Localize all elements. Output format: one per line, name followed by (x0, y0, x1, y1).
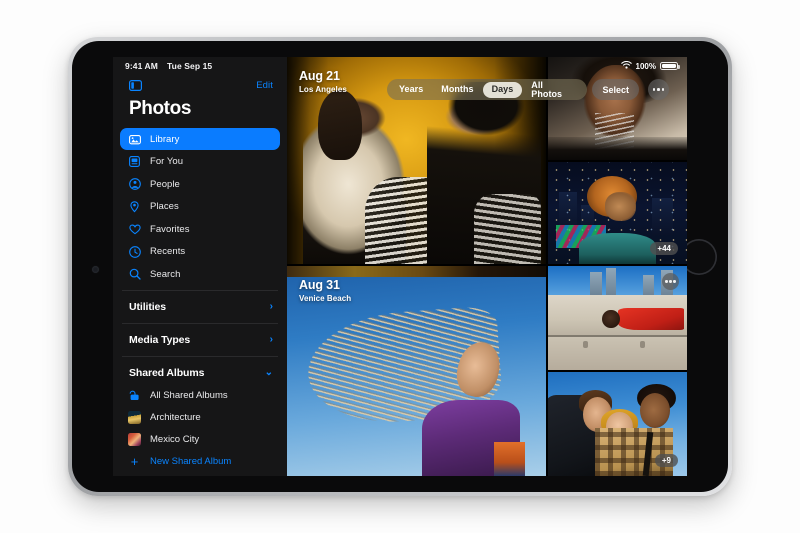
sidebar-section-utilities[interactable]: Utilities › (113, 296, 287, 318)
segment-days[interactable]: Days (482, 81, 523, 98)
photos-app: Edit Photos Library For You People Place… (113, 57, 687, 476)
sidebar-section-media-types[interactable]: Media Types › (113, 329, 287, 351)
more-ellipsis-icon[interactable] (662, 273, 679, 290)
album-item-all-shared[interactable]: All Shared Albums (113, 384, 287, 406)
sidebar-item-label: Places (150, 201, 179, 212)
ipad-screen: Edit Photos Library For You People Place… (113, 57, 687, 476)
chevron-down-icon[interactable]: ⌄ (265, 368, 273, 378)
section-label: Media Types (129, 334, 191, 346)
new-shared-album-button[interactable]: + New Shared Album (113, 450, 287, 472)
day-date: Aug 31 (299, 278, 340, 292)
segment-all-photos[interactable]: All Photos (522, 77, 584, 102)
hidden-count-badge[interactable]: +9 (654, 454, 678, 467)
album-label: All Shared Albums (150, 389, 228, 401)
album-label: Architecture (150, 411, 201, 423)
photos-library-icon (128, 133, 141, 146)
album-item-architecture[interactable]: Architecture (113, 406, 287, 428)
sidebar-item-for-you[interactable]: For You (120, 151, 280, 173)
scene-background: Edit Photos Library For You People Place… (0, 0, 800, 533)
photo-column: +9 (548, 266, 687, 476)
people-icon (128, 178, 141, 191)
more-ellipsis-icon[interactable] (648, 79, 669, 100)
day-group-aug-31: Aug 31 Venice Beach +9 (287, 266, 687, 476)
photo-cell-large[interactable]: Aug 31 Venice Beach (287, 266, 546, 476)
sidebar-item-label: Library (150, 133, 180, 145)
hidden-count-badge[interactable]: +44 (650, 242, 678, 255)
sidebar: Edit Photos Library For You People Place… (113, 57, 287, 476)
segment-years[interactable]: Years (390, 82, 432, 98)
album-item-mexico-city[interactable]: Mexico City (113, 428, 287, 450)
heart-icon (128, 223, 141, 236)
photo-cell-portrait[interactable] (548, 57, 687, 160)
shared-album-icon (128, 389, 141, 402)
album-label: Mexico City (150, 433, 200, 445)
clock-icon (128, 245, 141, 258)
day-date: Aug 21 (299, 69, 340, 83)
section-label: Shared Albums (129, 367, 205, 379)
day-place: Los Angeles (299, 85, 347, 95)
device-bezel: Edit Photos Library For You People Place… (72, 41, 728, 492)
divider (122, 356, 278, 357)
segment-months[interactable]: Months (432, 82, 482, 98)
day-date-overlay: Aug 31 Venice Beach (299, 278, 351, 303)
sidebar-toggle-icon[interactable] (129, 80, 142, 91)
chevron-right-icon[interactable]: › (270, 335, 273, 345)
ipad-device-frame: Edit Photos Library For You People Place… (68, 37, 732, 496)
section-label: Utilities (129, 301, 167, 313)
edit-button[interactable]: Edit (256, 80, 273, 91)
sidebar-item-label: For You (150, 156, 184, 167)
front-camera-icon (92, 266, 99, 273)
sidebar-item-label: Search (150, 268, 181, 280)
for-you-icon (128, 155, 141, 168)
album-thumbnail (128, 432, 141, 446)
sidebar-item-library[interactable]: Library (120, 128, 280, 150)
places-pin-icon (128, 200, 141, 213)
search-icon (128, 268, 141, 281)
sidebar-item-favorites[interactable]: Favorites (120, 218, 280, 240)
day-date-overlay: Aug 21 Los Angeles (299, 69, 347, 94)
plus-icon: + (130, 453, 139, 469)
sidebar-nav-list: Library For You People Places Favorites … (113, 128, 287, 285)
page-title: Photos (129, 98, 191, 119)
chevron-right-icon[interactable]: › (270, 302, 273, 312)
divider (122, 323, 278, 324)
time-scope-segmented-control[interactable]: Years Months Days All Photos (387, 79, 587, 100)
sidebar-item-places[interactable]: Places (120, 196, 280, 218)
day-place: Venice Beach (299, 294, 352, 304)
sidebar-item-search[interactable]: Search (120, 263, 280, 285)
photo-cell-night[interactable]: +44 (548, 161, 687, 264)
select-button[interactable]: Select (592, 79, 639, 100)
photo-cell-wall[interactable] (548, 266, 687, 370)
album-thumbnail (128, 410, 141, 424)
divider (122, 290, 278, 291)
photo-cell-friends[interactable]: +9 (548, 372, 687, 476)
sidebar-item-label: Favorites (150, 223, 190, 235)
photo-image (548, 57, 687, 160)
photo-grid: Aug 21 Los Angeles +44 Aug 31 Venice Bea… (287, 57, 687, 476)
sidebar-section-shared-albums[interactable]: Shared Albums ⌄ (113, 362, 287, 384)
sidebar-item-label: Recents (150, 246, 186, 257)
sidebar-item-people[interactable]: People (120, 173, 280, 195)
sidebar-item-recents[interactable]: Recents (120, 241, 280, 263)
new-shared-album-label: New Shared Album (150, 455, 232, 467)
sidebar-item-label: People (150, 178, 180, 190)
sidebar-header: Edit (113, 57, 287, 91)
